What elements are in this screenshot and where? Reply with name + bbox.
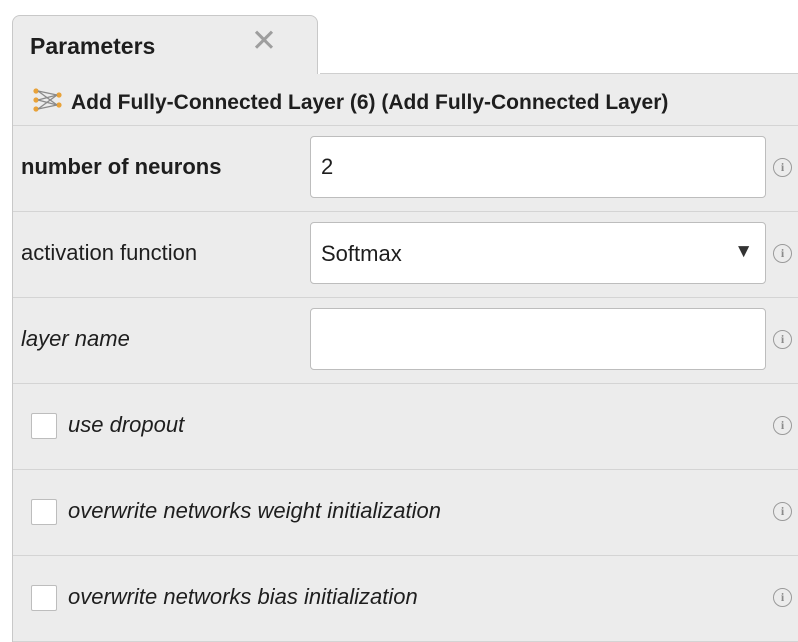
parameters-panel: Add Fully-Connected Layer (6) (Add Fully… xyxy=(12,74,798,642)
operator-header: Add Fully-Connected Layer (6) (Add Fully… xyxy=(13,74,798,126)
param-row-overwrite-weight-init: overwrite networks weight initialization… xyxy=(13,470,798,556)
layer-name-input[interactable] xyxy=(311,309,765,369)
info-icon[interactable]: i xyxy=(773,330,792,349)
info-icon[interactable]: i xyxy=(773,416,792,435)
info-icon[interactable]: i xyxy=(773,244,792,263)
neural-layer-icon xyxy=(33,88,62,112)
tab-parameters[interactable]: Parameters ✕ xyxy=(12,15,318,75)
info-icon[interactable]: i xyxy=(773,158,792,177)
use-dropout-label[interactable]: use dropout xyxy=(68,412,184,438)
operator-title: Add Fully-Connected Layer (6) (Add Fully… xyxy=(71,91,669,114)
param-row-overwrite-bias-init: overwrite networks bias initialization i xyxy=(13,556,798,642)
param-row-layer-name: layer name i xyxy=(13,298,798,384)
param-row-activation-function: activation function Softmax ▼ i xyxy=(13,212,798,298)
number-of-neurons-input[interactable] xyxy=(311,137,765,197)
close-icon[interactable]: ✕ xyxy=(249,25,279,56)
info-icon[interactable]: i xyxy=(773,588,792,607)
activation-function-select[interactable]: Softmax ▼ xyxy=(310,222,766,284)
overwrite-weight-init-checkbox[interactable] xyxy=(31,499,57,525)
use-dropout-checkbox[interactable] xyxy=(31,413,57,439)
overwrite-bias-init-label[interactable]: overwrite networks bias initialization xyxy=(68,584,418,610)
param-row-use-dropout: use dropout i xyxy=(13,384,798,470)
layer-name-field xyxy=(310,308,766,370)
param-row-number-of-neurons: number of neurons i xyxy=(13,126,798,212)
tab-strip: Parameters ✕ xyxy=(0,0,798,75)
overwrite-weight-init-label[interactable]: overwrite networks weight initialization xyxy=(68,498,441,524)
number-of-neurons-field xyxy=(310,136,766,198)
activation-function-label: activation function xyxy=(21,240,198,265)
dropdown-arrow-icon[interactable]: ▼ xyxy=(734,241,753,263)
tab-title: Parameters xyxy=(30,33,156,59)
activation-function-value: Softmax xyxy=(321,241,402,266)
layer-name-label: layer name xyxy=(21,326,130,351)
info-icon[interactable]: i xyxy=(773,502,792,521)
number-of-neurons-label: number of neurons xyxy=(21,154,222,179)
overwrite-bias-init-checkbox[interactable] xyxy=(31,585,57,611)
